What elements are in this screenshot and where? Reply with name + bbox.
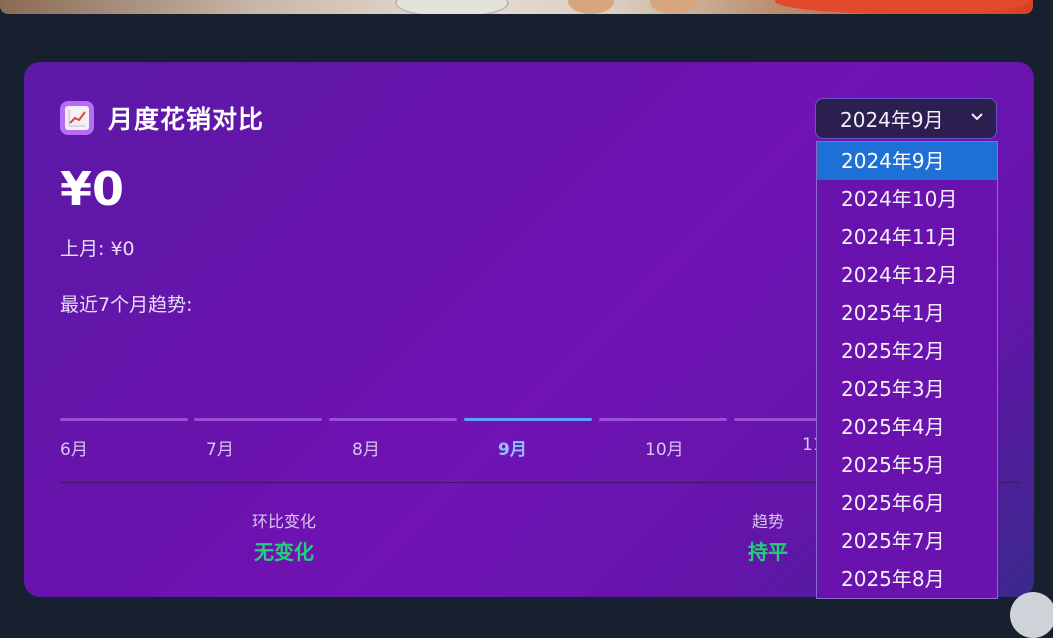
trend-bar-6[interactable]: 6月: [60, 418, 188, 460]
trend-bar-line: [599, 418, 727, 421]
trend-bar-7[interactable]: 7月: [194, 418, 322, 460]
trend-stat: 趋势 持平: [748, 508, 788, 565]
month-option[interactable]: 2024年11月: [817, 218, 997, 256]
trend-stat-label: 趋势: [751, 512, 784, 531]
card-header: 月度花销对比: [60, 100, 264, 136]
month-option[interactable]: 2025年1月: [817, 294, 997, 332]
trend-bar-8[interactable]: 8月: [329, 418, 457, 460]
month-change-value: 无变化: [254, 540, 314, 564]
month-option[interactable]: 2025年8月: [817, 560, 997, 598]
coin-image: [775, 0, 1030, 14]
month-option[interactable]: 2025年3月: [817, 370, 997, 408]
trend-bar-line: [464, 418, 592, 421]
month-option[interactable]: 2024年12月: [817, 256, 997, 294]
floating-action-button[interactable]: [1010, 592, 1053, 638]
trend-bar-line: [329, 418, 457, 421]
month-option[interactable]: 2025年2月: [817, 332, 997, 370]
card-title: 月度花销对比: [108, 105, 265, 134]
coin-image: [650, 0, 698, 14]
trend-bar-label: 6月: [60, 440, 88, 460]
trend-bar-10[interactable]: 10月: [599, 418, 727, 460]
trend-bar-9[interactable]: 9月: [464, 418, 592, 460]
top-banner-image: [0, 0, 1033, 14]
coin-image: [395, 0, 509, 14]
coin-image: [568, 0, 614, 14]
trend-bar-label: 9月: [498, 440, 527, 460]
month-change-stat: 环比变化 无变化: [252, 508, 316, 565]
chevron-down-icon: [971, 113, 983, 121]
month-option[interactable]: 2025年4月: [817, 408, 997, 446]
trend-bar-line: [60, 418, 188, 421]
month-select[interactable]: 2024年9月: [815, 98, 997, 139]
trend-bar-label: 7月: [206, 440, 234, 460]
trend-bar-label: 8月: [352, 440, 380, 460]
month-option[interactable]: 2024年9月: [817, 142, 997, 180]
trend-bar-line: [194, 418, 322, 421]
current-month-amount: ¥0: [60, 162, 125, 216]
month-option[interactable]: 2025年5月: [817, 446, 997, 484]
month-option[interactable]: 2025年7月: [817, 522, 997, 560]
month-change-label: 环比变化: [252, 512, 317, 531]
trend-stat-value: 持平: [748, 540, 788, 564]
trend-heading: 最近7个月趋势:: [60, 294, 193, 316]
trend-bar-label: 10月: [645, 440, 684, 460]
month-option[interactable]: 2025年6月: [817, 484, 997, 522]
chart-increasing-icon: [60, 101, 94, 135]
last-month-amount: 上月: ¥0: [60, 238, 135, 260]
month-option[interactable]: 2024年10月: [817, 180, 997, 218]
month-select-value: 2024年9月: [840, 108, 944, 132]
month-dropdown-list: 2024年9月 2024年10月 2024年11月 2024年12月 2025年…: [816, 141, 998, 599]
